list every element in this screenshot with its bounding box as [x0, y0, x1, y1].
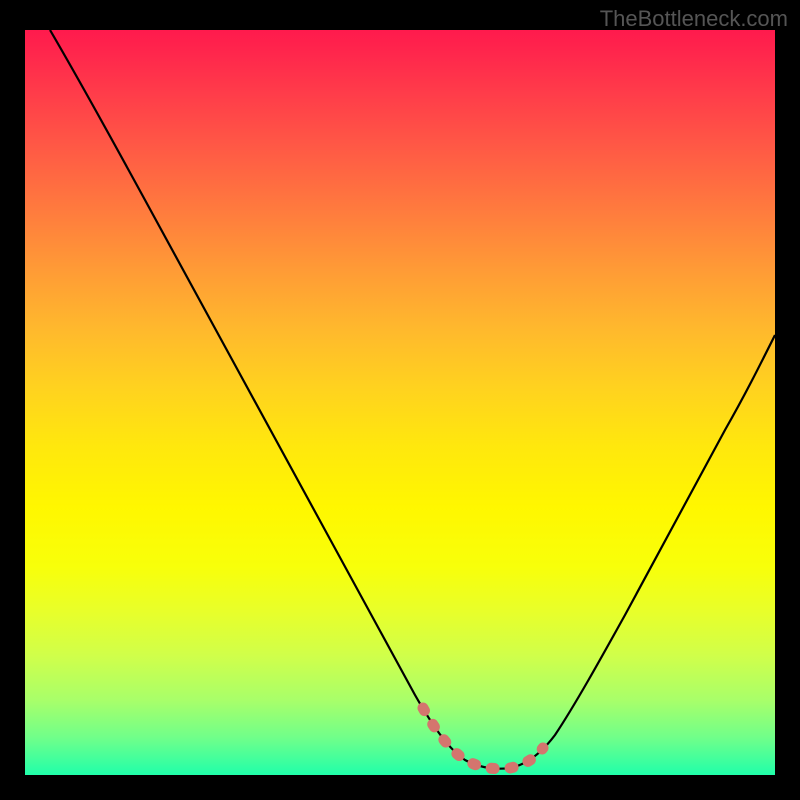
chart-plot-area	[25, 30, 775, 775]
bottleneck-curve-line	[50, 30, 775, 769]
chart-svg	[25, 30, 775, 775]
highlight-segment-line	[423, 708, 543, 769]
watermark-text: TheBottleneck.com	[600, 6, 788, 32]
